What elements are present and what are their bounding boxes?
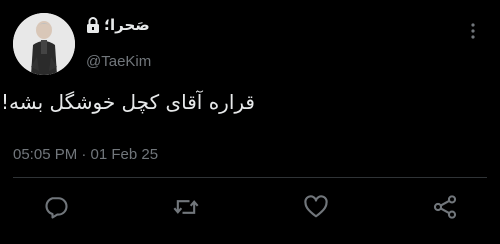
- tweet-card: صَحرا؛ @TaeKim قراره آقای کچل خوشگل بشه!…: [0, 0, 500, 244]
- display-name[interactable]: صَحرا؛: [86, 16, 150, 34]
- display-name-text: صَحرا؛: [104, 16, 150, 34]
- action-bar: [0, 193, 500, 223]
- share-icon[interactable]: [431, 193, 459, 221]
- tweet-timestamp[interactable]: 05:05 PM · 01 Feb 25: [13, 146, 158, 163]
- divider: [13, 177, 487, 178]
- reply-icon[interactable]: [42, 193, 70, 221]
- tweet-text: قراره آقای کچل خوشگل بشه!: [1, 90, 255, 114]
- lock-icon: [86, 17, 100, 33]
- retweet-icon[interactable]: [172, 193, 200, 221]
- like-icon[interactable]: [302, 193, 330, 221]
- more-options-icon[interactable]: [470, 22, 476, 40]
- avatar[interactable]: [13, 13, 75, 75]
- user-handle[interactable]: @TaeKim: [86, 53, 151, 70]
